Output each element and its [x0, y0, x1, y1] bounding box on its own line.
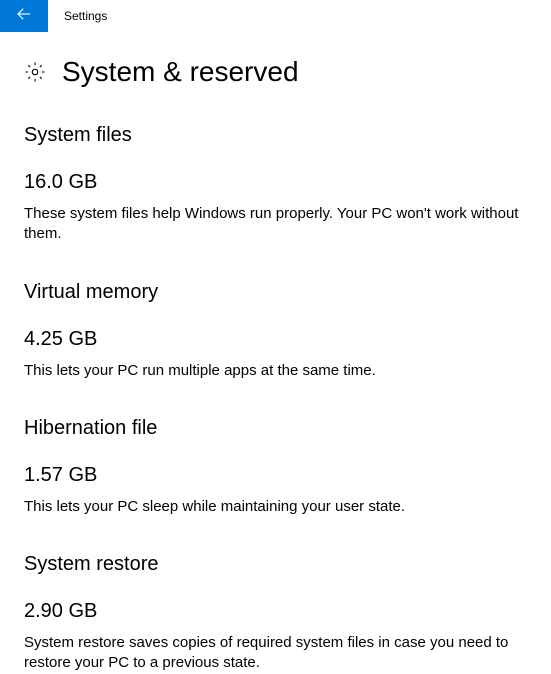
section-system-files: System files 16.0 GB These system files …: [24, 124, 527, 245]
page-header: System & reserved: [24, 56, 527, 88]
gear-icon: [24, 61, 46, 83]
section-value: 1.57 GB: [24, 464, 527, 487]
content: System & reserved System files 16.0 GB T…: [0, 56, 551, 674]
section-value: 4.25 GB: [24, 328, 527, 351]
back-arrow-icon: [15, 5, 33, 28]
section-value: 2.90 GB: [24, 600, 527, 623]
section-description: System restore saves copies of required …: [24, 633, 524, 674]
section-description: This lets your PC run multiple apps at t…: [24, 361, 524, 381]
section-title: Virtual memory: [24, 281, 527, 304]
section-title: Hibernation file: [24, 417, 527, 440]
section-virtual-memory: Virtual memory 4.25 GB This lets your PC…: [24, 281, 527, 381]
header-bar: Settings: [0, 0, 551, 32]
section-description: These system files help Windows run prop…: [24, 204, 524, 245]
section-value: 16.0 GB: [24, 171, 527, 194]
section-title: System files: [24, 124, 527, 147]
back-button[interactable]: [0, 0, 48, 32]
section-description: This lets your PC sleep while maintainin…: [24, 497, 524, 517]
section-hibernation-file: Hibernation file 1.57 GB This lets your …: [24, 417, 527, 517]
section-system-restore: System restore 2.90 GB System restore sa…: [24, 553, 527, 674]
header-title: Settings: [64, 9, 107, 23]
page-title: System & reserved: [62, 56, 299, 88]
section-title: System restore: [24, 553, 527, 576]
